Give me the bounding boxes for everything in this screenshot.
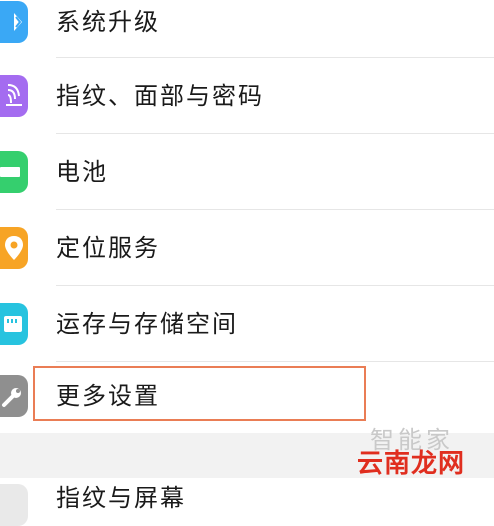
settings-item-label: 系统升级	[56, 8, 160, 36]
settings-item-battery[interactable]: 电池	[0, 134, 494, 209]
wrench-icon	[0, 374, 28, 417]
watermark-logo: 云南龙网	[357, 449, 466, 479]
battery-icon	[0, 150, 28, 193]
settings-item-storage[interactable]: 运存与存储空间	[0, 286, 494, 361]
settings-item-location[interactable]: 定位服务	[0, 210, 494, 285]
location-icon	[0, 226, 28, 269]
settings-item-label: 电池	[56, 157, 108, 186]
highlight-box	[33, 366, 366, 421]
settings-item-label: 指纹、面部与密码	[56, 81, 264, 110]
storage-icon	[0, 302, 28, 345]
settings-item-partial[interactable]: 指纹与屏幕	[0, 478, 494, 526]
system-update-icon	[0, 1, 28, 43]
settings-item-system-update[interactable]: 系统升级	[0, 0, 494, 52]
partial-item-icon	[0, 484, 28, 526]
fingerprint-icon	[0, 74, 28, 117]
settings-item-label: 定位服务	[56, 233, 160, 262]
settings-item-label: 指纹与屏幕	[56, 484, 186, 512]
settings-item-label: 运存与存储空间	[56, 309, 238, 338]
settings-item-fingerprint[interactable]: 指纹、面部与密码	[0, 58, 494, 133]
